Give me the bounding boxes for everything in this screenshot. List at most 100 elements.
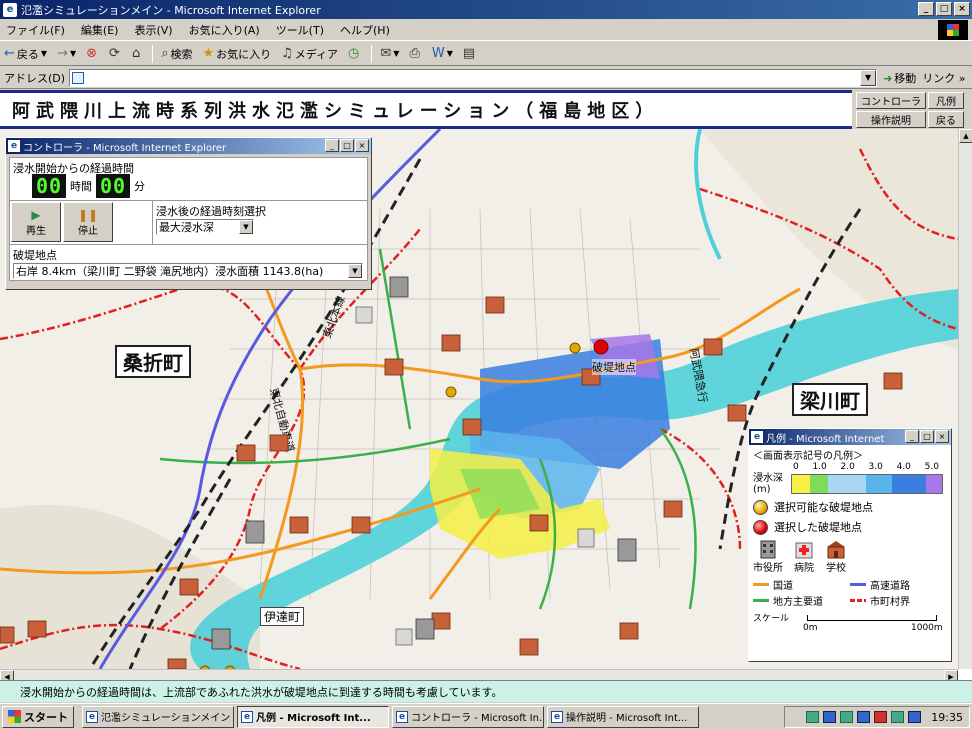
forward-arrow-icon: → — [57, 46, 68, 61]
tray-icon[interactable] — [908, 711, 922, 723]
favorites-icon: ★ — [202, 46, 215, 61]
start-button[interactable]: スタート — [2, 705, 74, 728]
task-instructions-window[interactable]: e 操作説明 - Microsoft Int... — [547, 705, 699, 728]
search-button[interactable]: ⌕ 検索 — [161, 46, 192, 62]
close-button[interactable]: × — [954, 2, 970, 16]
back-button[interactable]: ← 戻る ▼ — [4, 46, 47, 62]
stop-playback-button[interactable]: ❚❚ 停止 — [63, 202, 113, 242]
menu-view[interactable]: 表示(V) — [134, 22, 172, 38]
city-office-icon — [760, 540, 776, 559]
town-label-date: 伊達町 — [260, 607, 305, 626]
time-select-caption: 浸水後の経過時刻選択 — [156, 205, 266, 218]
yellow-dot-icon — [753, 499, 768, 515]
media-button[interactable]: ♫ メディア — [281, 46, 338, 62]
legend-national-road: 国道 — [753, 577, 850, 592]
ie-icon: e — [86, 710, 98, 723]
scroll-right-icon[interactable]: ▶ — [944, 670, 958, 680]
task-controller-window[interactable]: e コントローラ - Microsoft In... — [392, 705, 544, 728]
task-main-window[interactable]: e 氾濫シミュレーションメイン -... — [82, 705, 234, 728]
back-page-button[interactable]: 戻る — [928, 111, 964, 128]
breach-select[interactable]: 右岸 8.4km（梁川町 二野袋 滝尻地内）浸水面積 1143.8(ha) ▼ — [13, 263, 363, 279]
menu-help[interactable]: ヘルプ(H) — [340, 22, 390, 38]
forward-button[interactable]: → ▼ — [57, 46, 76, 61]
tray-icon[interactable] — [840, 711, 854, 723]
play-icon: ▶ — [31, 207, 41, 222]
scale-bar — [807, 615, 937, 621]
stop-button[interactable]: ⊗ — [86, 46, 99, 61]
legend-titlebar[interactable]: e 凡例 - Microsoft Internet _ □ × — [749, 429, 951, 445]
legend-close-button[interactable]: × — [935, 430, 949, 443]
legend-title: 凡例 - Microsoft Internet — [766, 433, 885, 445]
tray-icon[interactable] — [857, 711, 871, 723]
toolbar: ← 戻る ▼ → ▼ ⊗ ⟳ ⌂ ⌕ 検索 ★ お気に入り ♫ メディア ◷ ✉ ▼ ⎙ W ▼… — [0, 42, 972, 66]
page-icon — [72, 71, 85, 84]
controller-minimize-button[interactable]: _ — [325, 139, 339, 152]
toolbar-separator — [152, 44, 154, 63]
task-legend-window[interactable]: e 凡例 - Microsoft Int... — [237, 705, 389, 728]
playback-panel: ▶ 再生 ❚❚ 停止 浸水後の経過時刻選択 最大浸水深 ▼ — [9, 201, 368, 245]
system-tray: 19:35 — [784, 706, 970, 728]
legend-button[interactable]: 凡例 — [928, 92, 964, 109]
depth-swatch — [792, 475, 810, 493]
depth-label: 浸水深 — [753, 473, 783, 484]
menu-file[interactable]: ファイル(F) — [6, 22, 65, 38]
history-icon: ◷ — [348, 46, 360, 61]
status-bar: 浸水開始からの経過時間は、上流部であふれた洪水が破堤地点に到達する時間も考慮して… — [0, 680, 972, 702]
print-button[interactable]: ⎙ — [409, 46, 421, 61]
mail-icon: ✉ — [380, 46, 392, 61]
scale-label: スケール — [753, 614, 790, 624]
ie-icon: e — [8, 140, 20, 152]
tray-icon[interactable] — [806, 711, 820, 723]
controller-close-button[interactable]: × — [355, 139, 369, 152]
ie-icon: e — [3, 2, 17, 17]
address-label: アドレス(D) — [4, 71, 66, 85]
legend-maximize-button[interactable]: □ — [920, 430, 934, 443]
tray-icon[interactable] — [874, 711, 888, 723]
scroll-left-icon[interactable]: ◀ — [0, 670, 14, 680]
toolbar-separator — [371, 44, 373, 63]
links-button[interactable]: リンク » — [922, 70, 965, 86]
depth-swatch — [828, 475, 866, 493]
go-button[interactable]: ➜ 移動 — [883, 70, 916, 86]
discuss-button[interactable]: ▤ — [463, 46, 477, 61]
tray-icon[interactable] — [823, 711, 837, 723]
menu-favorites[interactable]: お気に入り(A) — [189, 22, 260, 38]
vertical-scrollbar[interactable]: ▲ — [958, 129, 972, 669]
favorites-button[interactable]: ★ お気に入り — [202, 46, 271, 62]
play-button[interactable]: ▶ 再生 — [11, 202, 61, 242]
menubar: ファイル(F) 編集(E) 表示(V) お気に入り(A) ツール(T) ヘルプ(… — [0, 19, 972, 41]
legend-window: e 凡例 - Microsoft Internet _ □ × ＜画面表示記号の… — [748, 428, 952, 662]
window-title: 氾濫シミュレーションメイン - Microsoft Internet Explo… — [21, 3, 321, 17]
legend-local-road: 地方主要道 — [753, 593, 850, 608]
legend-buildings: 市役所 病院 学校 — [753, 539, 947, 574]
scroll-up-icon[interactable]: ▲ — [959, 129, 972, 143]
controller-button[interactable]: コントローラ — [856, 92, 926, 109]
edit-button[interactable]: W ▼ — [432, 46, 453, 61]
history-button[interactable]: ◷ — [348, 46, 361, 61]
depth-ticks: 0 1.0 2.0 3.0 4.0 5.0 — [793, 462, 939, 472]
maximize-button[interactable]: □ — [936, 2, 952, 16]
minimize-button[interactable]: _ — [918, 2, 934, 16]
taskbar: スタート e 氾濫シミュレーションメイン -... e 凡例 - Microsoft… — [0, 703, 972, 729]
back-arrow-icon: ← — [4, 46, 15, 61]
address-input[interactable]: ▼ — [69, 68, 878, 87]
mail-button[interactable]: ✉ ▼ — [380, 46, 399, 61]
address-dropdown-icon[interactable]: ▼ — [860, 69, 877, 86]
controller-titlebar[interactable]: e コントローラ - Microsoft Internet Explorer _… — [6, 138, 371, 154]
instructions-button[interactable]: 操作説明 — [856, 111, 926, 128]
refresh-button[interactable]: ⟳ — [109, 46, 122, 61]
menu-edit[interactable]: 編集(E) — [81, 22, 119, 38]
menu-tools[interactable]: ツール(T) — [276, 22, 324, 38]
time-select[interactable]: 最大浸水深 ▼ — [156, 219, 254, 235]
legend-selected-breach: 選択した破堤地点 — [753, 519, 947, 535]
scale-min: 0m — [803, 623, 818, 633]
depth-unit: (m) — [753, 484, 771, 495]
legend-school: 学校 — [825, 539, 847, 574]
red-dot-icon — [753, 519, 768, 535]
legend-minimize-button[interactable]: _ — [905, 430, 919, 443]
home-button[interactable]: ⌂ — [132, 46, 142, 61]
controller-maximize-button[interactable]: □ — [340, 139, 354, 152]
tray-icon[interactable] — [891, 711, 905, 723]
pause-icon: ❚❚ — [77, 207, 99, 222]
horizontal-scrollbar[interactable]: ◀ ▶ — [0, 669, 958, 680]
